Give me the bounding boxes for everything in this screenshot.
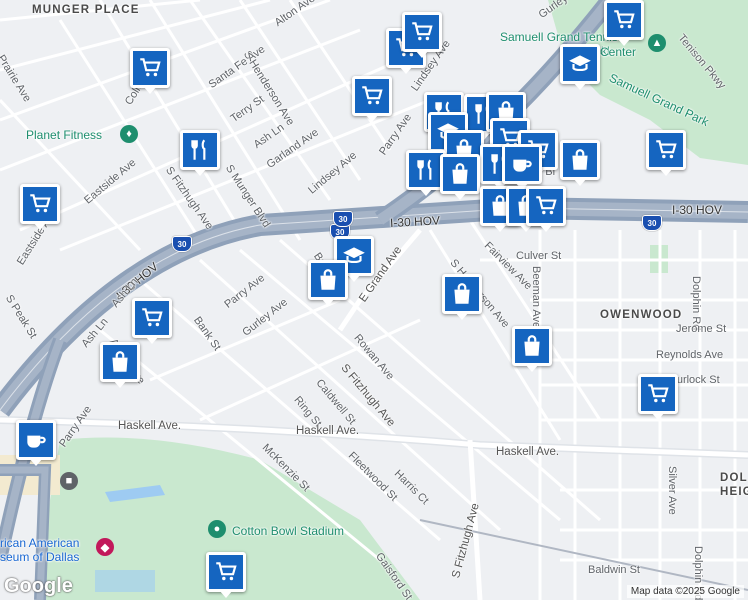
shopping-bag-icon — [524, 335, 540, 356]
shopping-cart-marker[interactable] — [130, 48, 170, 94]
poi-label-samuell-1[interactable]: Samuell Grand Tennis — [500, 30, 618, 44]
restaurant-icon — [417, 159, 432, 180]
label-reynolds-ave: Reynolds Ave — [656, 349, 724, 361]
map-view[interactable]: MUNGER PLACE OWENWOOD DOL HEIG Planet Fi… — [0, 0, 748, 600]
shopping-cart-icon — [656, 140, 677, 159]
shopping-bag-icon — [454, 283, 470, 304]
poi-label-museum-2[interactable]: seum of Dallas — [0, 550, 79, 564]
transit-icon[interactable]: ■ — [60, 472, 78, 490]
shopping-bag-marker[interactable] — [440, 154, 480, 200]
interstate-30-shield-d: 30 — [333, 211, 353, 227]
poi-label-planet-fitness[interactable]: Planet Fitness — [26, 128, 102, 142]
shopping-cart-icon — [648, 384, 669, 403]
restaurant-icon — [191, 139, 206, 160]
cafe-icon — [27, 435, 46, 448]
cafe-icon — [513, 159, 532, 172]
label-beeman-ave: Beeman Ave — [530, 266, 542, 329]
shopping-cart-icon — [536, 196, 557, 215]
shopping-cart-marker[interactable] — [526, 186, 566, 232]
shopping-cart-marker[interactable] — [638, 374, 678, 420]
shopping-cart-marker[interactable] — [646, 130, 686, 176]
shopping-cart-marker[interactable] — [352, 76, 392, 122]
label-haskell-right: Haskell Ave. — [496, 446, 560, 458]
poi-label-samuell-3[interactable]: Center — [600, 45, 636, 59]
school-marker[interactable] — [560, 44, 600, 90]
shopping-cart-icon — [614, 10, 635, 29]
shopping-bag-icon — [452, 163, 468, 184]
poi-label-museum-1[interactable]: rican American — [0, 536, 79, 550]
fitness-icon[interactable]: ♦ — [120, 125, 138, 143]
shopping-bag-marker[interactable] — [100, 342, 140, 388]
shopping-cart-marker[interactable] — [20, 184, 60, 230]
shopping-bag-marker[interactable] — [560, 140, 600, 186]
poi-label-cotton-bowl[interactable]: Cotton Bowl Stadium — [232, 524, 344, 538]
shopping-cart-marker[interactable] — [132, 298, 172, 344]
label-haskell-mid: Haskell Ave. — [296, 425, 360, 437]
cafe-marker[interactable] — [502, 144, 542, 190]
interstate-30-shield-c: 30 — [642, 215, 662, 231]
park-small-2 — [95, 570, 155, 592]
shopping-cart-icon — [30, 194, 51, 213]
shopping-cart-icon — [362, 86, 383, 105]
shopping-cart-icon — [216, 562, 237, 581]
shopping-bag-icon — [320, 269, 336, 290]
label-haskell-left: Haskell Ave. — [118, 420, 182, 432]
school-icon — [569, 55, 591, 72]
area-label-munger-place: MUNGER PLACE — [32, 4, 140, 16]
museum-icon[interactable]: ◆ — [96, 538, 114, 556]
shopping-cart-marker[interactable] — [402, 12, 442, 58]
shopping-bag-marker[interactable] — [308, 260, 348, 306]
area-label-dolphin-heights-2: HEIG — [720, 486, 748, 498]
label-baldwin-st: Baldwin St — [588, 564, 640, 576]
label-jerome-st: Jerome St — [676, 323, 727, 335]
google-logo: Google — [4, 575, 73, 597]
label-i30-hov-right: I-30 HOV — [672, 203, 723, 217]
shopping-bag-marker[interactable] — [512, 326, 552, 372]
shopping-cart-icon — [140, 58, 161, 77]
shopping-bag-marker[interactable] — [442, 274, 482, 320]
park-icon[interactable]: ▲ — [648, 34, 666, 52]
restaurant-marker[interactable] — [180, 130, 220, 176]
shopping-bag-icon — [112, 351, 128, 372]
label-i30-hov-mid: I-30 HOV — [389, 213, 441, 230]
map-attribution[interactable]: Map data ©2025 Google — [626, 585, 744, 598]
shopping-cart-marker[interactable] — [206, 552, 246, 598]
area-label-owenwood: OWENWOOD — [600, 309, 683, 321]
shopping-cart-marker[interactable] — [604, 0, 644, 46]
cafe-marker[interactable] — [16, 420, 56, 466]
shopping-cart-icon — [412, 22, 433, 41]
stadium-icon[interactable]: ● — [208, 520, 226, 538]
label-culver-st: Culver St — [516, 250, 562, 262]
label-silver-ave: Silver Ave — [666, 466, 678, 515]
interstate-30-shield-b: 30 — [172, 236, 192, 252]
area-label-dolphin-heights-1: DOL — [720, 472, 748, 484]
shopping-cart-icon — [142, 308, 163, 327]
shopping-bag-icon — [572, 149, 588, 170]
